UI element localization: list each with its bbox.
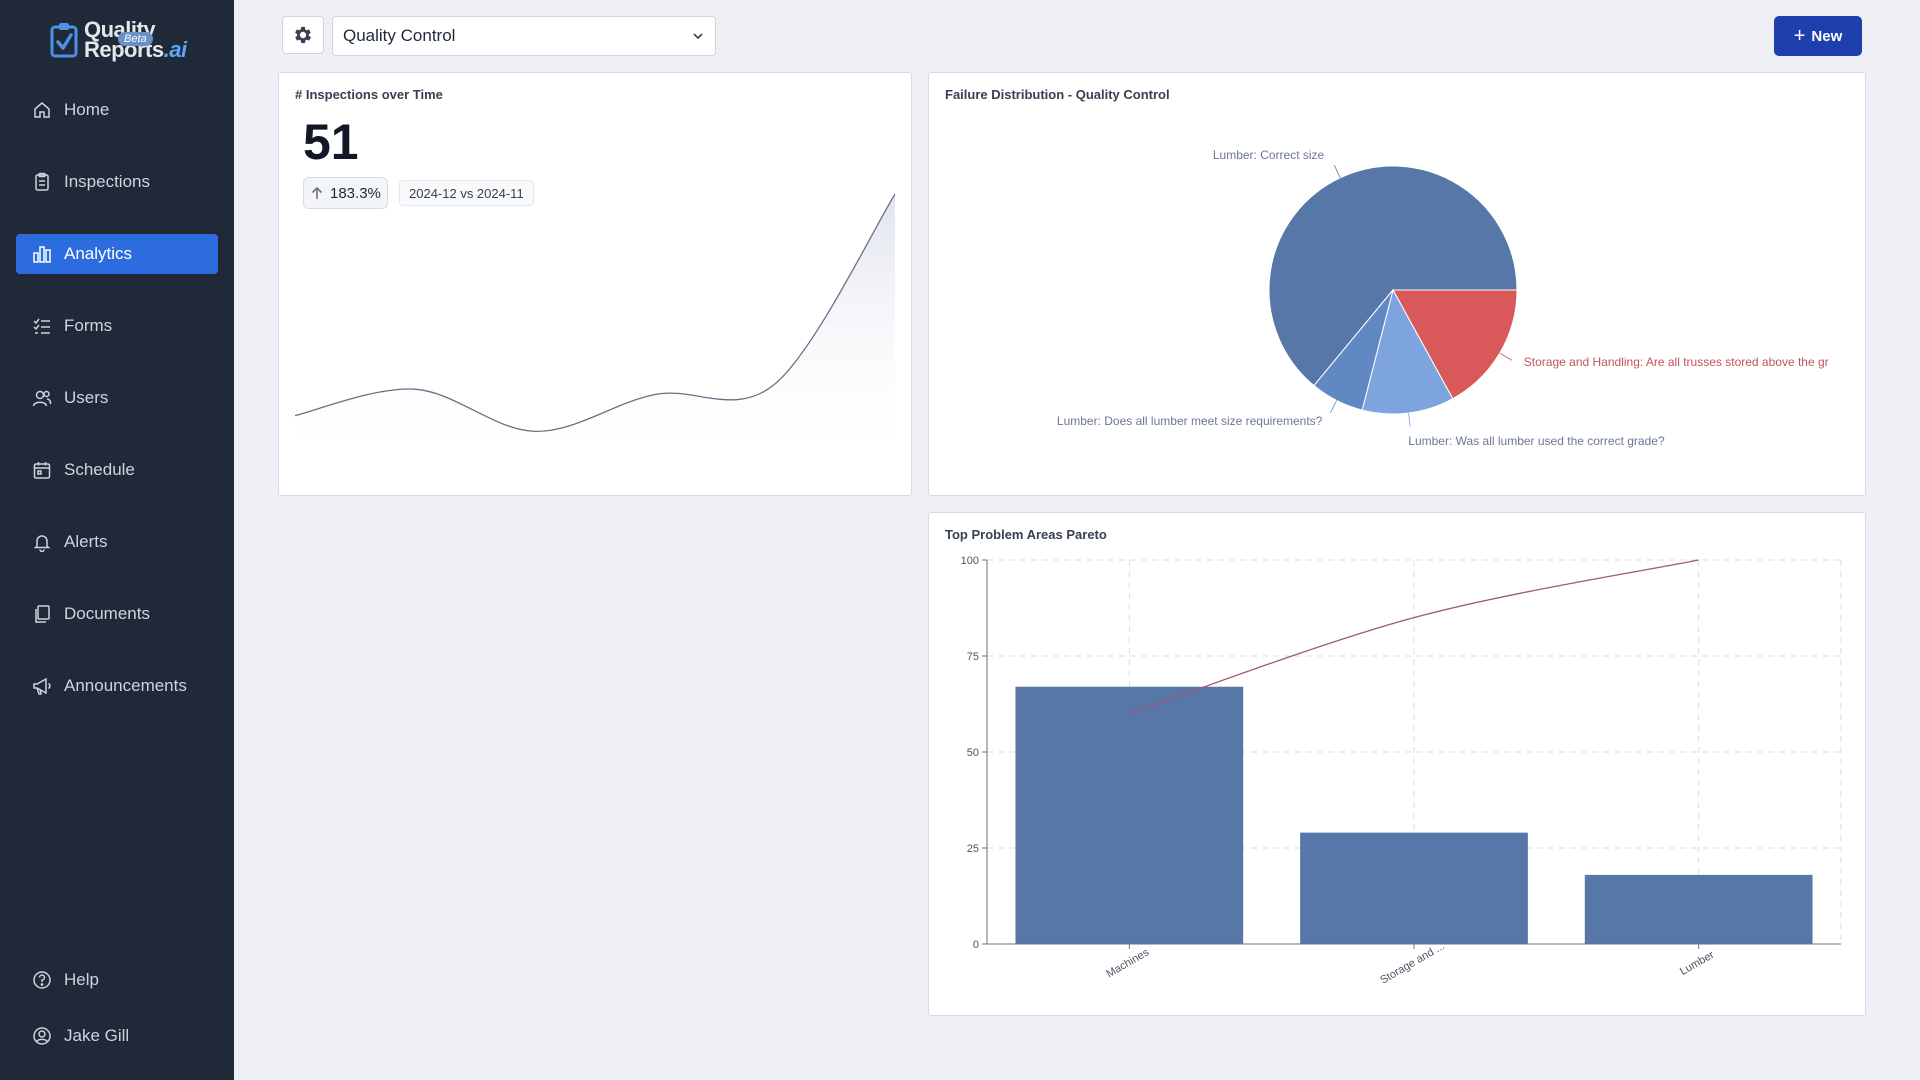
pie-label-leader xyxy=(1408,412,1411,427)
clipboard-icon xyxy=(35,172,49,191)
failure-pie-chart: Lumber: Correct size Storage and Handling… xyxy=(1057,148,1829,448)
form-select-value: Quality Control xyxy=(343,26,456,45)
bar[interactable] xyxy=(1015,686,1244,944)
bar[interactable] xyxy=(1300,832,1528,944)
calendar-icon xyxy=(33,462,51,479)
sidebar-item-label: Announcements xyxy=(64,676,187,695)
megaphone-icon xyxy=(33,677,51,695)
sidebar-item-user-profile[interactable]: Jake Gill xyxy=(16,1016,218,1056)
pie-label: Lumber: Does all lumber meet size requir… xyxy=(1057,414,1323,428)
bell-icon xyxy=(33,535,51,552)
pie-label: Lumber: Was all lumber used the correct … xyxy=(1408,434,1665,448)
new-button-label: New xyxy=(1811,27,1843,45)
pie-label-leader xyxy=(1499,352,1512,361)
pareto-bar-chart: 0 25 50 75 100 Machines Storage and ... Lumber xyxy=(961,555,1842,987)
sidebar-item-users[interactable]: Users xyxy=(16,378,218,418)
x-tick-label: Lumber xyxy=(1678,949,1717,978)
failure-distribution-card: Failure Distribution - Quality Control L… xyxy=(928,72,1866,496)
inspections-card: # Inspections over Time 51 183.3% 2024-1… xyxy=(278,72,912,496)
users-icon xyxy=(32,390,52,407)
y-tick-label: 50 xyxy=(967,747,979,759)
checklist-icon xyxy=(33,318,50,334)
x-tick-label: Storage and ... xyxy=(1378,940,1447,986)
sidebar-item-label: Analytics xyxy=(64,244,133,263)
sidebar-item-home[interactable]: Home xyxy=(16,90,218,130)
pareto-card: Top Problem Areas Pareto 0 25 50 75 100 Machi… xyxy=(928,512,1866,1016)
y-tick-label: 75 xyxy=(967,651,979,663)
sidebar-item-label: Home xyxy=(64,100,110,119)
inspections-area-fill xyxy=(295,194,895,471)
bar-chart-icon xyxy=(33,246,51,263)
plus-icon: + xyxy=(1793,25,1806,47)
sidebar-item-label: Users xyxy=(64,388,109,407)
sidebar-item-label: Forms xyxy=(64,316,113,335)
y-tick-label: 25 xyxy=(967,843,979,855)
inspections-line-chart xyxy=(294,193,896,471)
x-tick-label: Machines xyxy=(1104,946,1151,980)
new-button[interactable]: + New xyxy=(1774,16,1862,56)
documents-icon xyxy=(35,605,50,623)
home-icon xyxy=(34,102,50,118)
sidebar-item-documents[interactable]: Documents xyxy=(16,594,218,634)
bar[interactable] xyxy=(1584,874,1813,944)
y-tick-label: 0 xyxy=(973,939,979,951)
beta-badge: Beta xyxy=(118,32,153,46)
gear-icon xyxy=(295,26,311,44)
sidebar-item-inspections[interactable]: Inspections xyxy=(16,162,218,202)
sidebar-item-announcements[interactable]: Announcements xyxy=(16,666,218,706)
clipboard-check-logo-icon xyxy=(50,23,78,58)
sidebar-item-label: Documents xyxy=(64,604,150,623)
y-tick-label: 100 xyxy=(961,555,979,567)
sidebar-item-label: Inspections xyxy=(64,172,150,191)
sidebar-item-help[interactable]: Help xyxy=(16,960,218,1000)
chevron-down-icon xyxy=(693,33,703,40)
sidebar-item-label: Alerts xyxy=(64,532,108,551)
sidebar-item-alerts[interactable]: Alerts xyxy=(16,522,218,562)
sidebar-item-analytics[interactable]: Analytics xyxy=(16,234,218,274)
sidebar-nav: Home Inspections Analytics Forms Users S… xyxy=(16,90,218,738)
sidebar-item-label: Schedule xyxy=(64,460,135,479)
pie-label-leader xyxy=(1333,164,1341,178)
pie-label: Lumber: Correct size xyxy=(1213,148,1325,162)
pie-label: Storage and Handling: Are all trusses st… xyxy=(1524,355,1829,369)
sidebar-item-label: Help xyxy=(64,970,99,989)
sidebar-bottom-nav: Help Jake Gill xyxy=(16,960,218,1072)
sidebar-item-label: Jake Gill xyxy=(64,1026,130,1045)
settings-button[interactable] xyxy=(282,16,324,54)
pie-label-leader xyxy=(1329,400,1338,414)
user-circle-icon xyxy=(33,1027,51,1045)
form-select[interactable]: Quality Control xyxy=(332,16,716,56)
sidebar: Quality Reports.ai Beta Home Inspections… xyxy=(0,0,234,1080)
logo-suffix: .ai xyxy=(163,37,187,62)
sidebar-item-schedule[interactable]: Schedule xyxy=(16,450,218,490)
sidebar-item-forms[interactable]: Forms xyxy=(16,306,218,346)
help-icon xyxy=(33,971,51,989)
